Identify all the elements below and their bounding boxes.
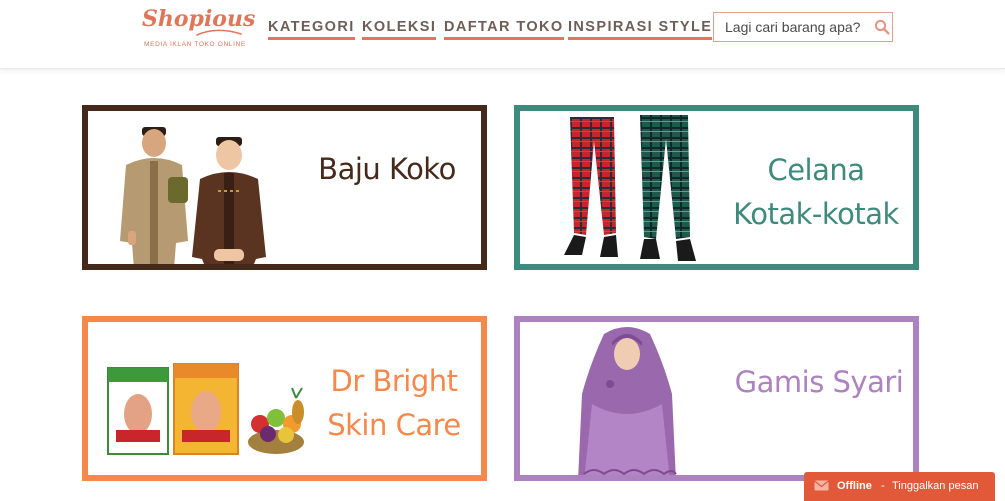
category-card-baju-koko[interactable]: Baju Koko bbox=[82, 105, 487, 270]
woman-in-purple-gamis-image bbox=[578, 327, 677, 475]
skin-care-boxes-and-fruit-image bbox=[107, 363, 304, 455]
category-card-dr-bright-skin-care[interactable]: Dr Bright Skin Care bbox=[82, 316, 487, 481]
site-header: Shopious MEDIA IKLAN TOKO ONLINE KATEGOR… bbox=[0, 0, 1005, 69]
envelope-icon bbox=[814, 480, 829, 491]
nav-kategori[interactable]: KATEGORI bbox=[268, 18, 355, 40]
logo[interactable]: Shopious MEDIA IKLAN TOKO ONLINE bbox=[142, 6, 255, 52]
chat-status: Offline bbox=[837, 480, 872, 492]
card-title: Dr Bright Skin Care bbox=[327, 364, 461, 442]
card-title: Baju Koko bbox=[318, 152, 456, 186]
men-in-koko-shirts-image bbox=[120, 127, 266, 264]
chat-widget[interactable]: Offline - Tinggalkan pesan bbox=[804, 472, 995, 501]
search-box bbox=[713, 12, 893, 42]
nav-inspirasi-style[interactable]: INSPIRASI STYLE bbox=[568, 18, 713, 40]
logo-swash-icon bbox=[196, 29, 242, 36]
nav-daftar-toko[interactable]: DAFTAR TOKO bbox=[444, 18, 564, 40]
card-title: Celana Kotak-kotak bbox=[733, 153, 899, 231]
card-title: Gamis Syari bbox=[734, 365, 904, 399]
plaid-trousers-image bbox=[564, 115, 696, 261]
nav-koleksi[interactable]: KOLEKSI bbox=[362, 18, 437, 40]
category-card-celana-kotak-kotak[interactable]: Celana Kotak-kotak bbox=[514, 105, 919, 270]
search-input[interactable] bbox=[714, 13, 872, 41]
search-icon[interactable] bbox=[874, 19, 890, 35]
logo-tagline: MEDIA IKLAN TOKO ONLINE bbox=[144, 41, 246, 48]
chat-message: Tinggalkan pesan bbox=[892, 480, 979, 492]
category-card-gamis-syari[interactable]: Gamis Syari bbox=[514, 316, 919, 481]
chat-separator: - bbox=[881, 480, 885, 492]
